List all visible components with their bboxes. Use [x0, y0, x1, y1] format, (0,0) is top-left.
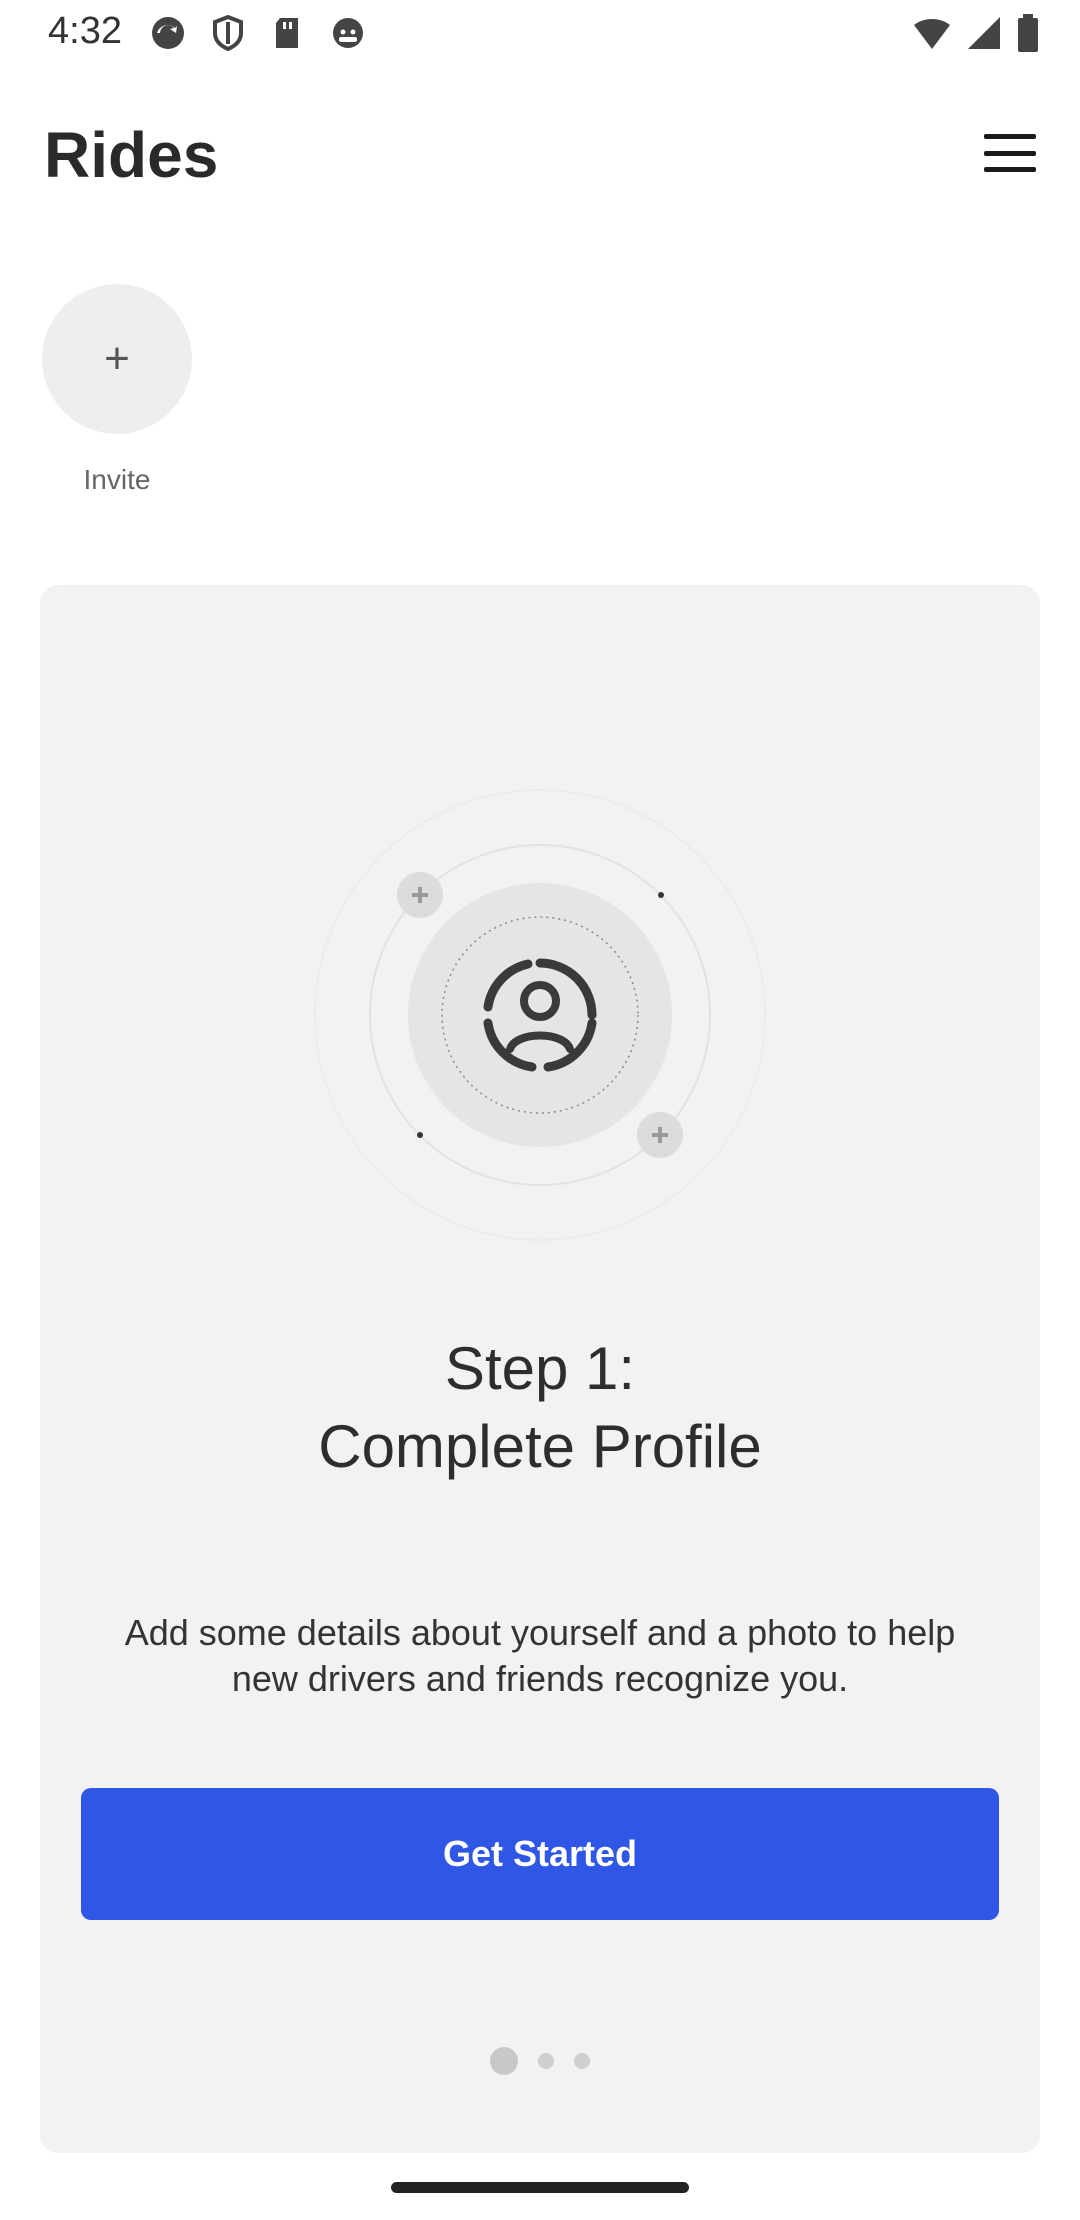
wifi-icon: [912, 15, 952, 56]
pager-dot-active[interactable]: [490, 2047, 518, 2075]
home-indicator[interactable]: [391, 2182, 689, 2193]
pager-dot[interactable]: [574, 2053, 590, 2069]
onboarding-card: Step 1: Complete Profile Add some detail…: [40, 585, 1040, 2153]
hamburger-menu-icon: [984, 134, 1036, 139]
step-title-line2: Complete Profile: [318, 1413, 762, 1480]
plus-icon: +: [104, 334, 130, 383]
plus-bubble-icon: [637, 1112, 683, 1158]
hamburger-menu-icon-bar: [984, 150, 1036, 156]
sd-card-icon: [268, 13, 308, 53]
status-notification-icons: [148, 13, 368, 53]
battery-icon: [1016, 14, 1040, 57]
invite-circle[interactable]: +: [42, 284, 192, 434]
step-description: Add some details about yourself and a ph…: [124, 1612, 956, 1699]
sync-icon: [148, 13, 188, 53]
status-system-icons: [912, 14, 1040, 57]
hamburger-menu-icon-bar: [984, 167, 1036, 172]
pager-dots: [40, 2047, 1040, 2075]
pager-dot[interactable]: [538, 2053, 554, 2069]
step-title: Step 1: Complete Profile: [40, 1330, 1040, 1486]
signal-icon: [966, 15, 1002, 56]
shield-icon: [208, 13, 248, 53]
page-title: Rides: [44, 119, 219, 191]
get-started-button[interactable]: Get Started: [81, 1788, 999, 1920]
android-icon: [328, 13, 368, 53]
status-time: 4:32: [48, 10, 122, 52]
get-started-label: Get Started: [442, 1833, 638, 1874]
invite-label: Invite: [83, 464, 151, 495]
plus-bubble-icon: [397, 872, 443, 918]
hamburger-menu-button[interactable]: [980, 130, 1040, 176]
invite-button[interactable]: + Invite: [42, 284, 192, 496]
status-bar: 4:32: [0, 0, 1080, 66]
profile-illustration: [314, 789, 766, 1241]
step-title-line1: Step 1:: [444, 1335, 636, 1402]
